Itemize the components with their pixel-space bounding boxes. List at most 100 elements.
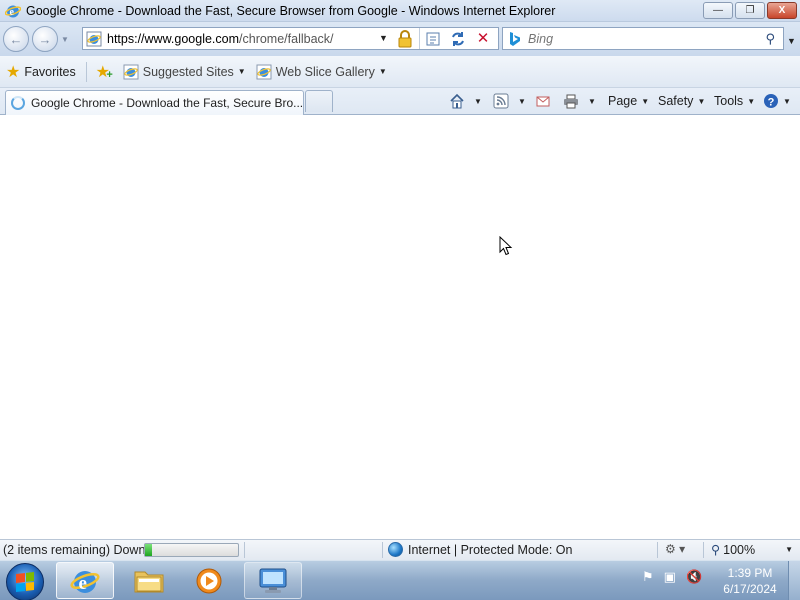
tab-row: Google Chrome - Download the Fast, Secur… (0, 88, 800, 115)
security-zone[interactable]: Internet | Protected Mode: On (388, 542, 572, 557)
web-slice-gallery-link[interactable]: Web Slice Gallery ▼ (256, 64, 387, 80)
windows-logo-icon (16, 572, 34, 592)
bing-icon (508, 31, 522, 47)
safety-menu[interactable]: Safety ▼ (658, 92, 705, 110)
media-player-icon (196, 568, 222, 593)
stop-icon[interactable]: ✕ (474, 30, 492, 48)
minimize-button[interactable]: — (703, 2, 733, 19)
print-button[interactable]: ▼ (563, 92, 596, 110)
forward-arrow-icon: → (38, 31, 52, 47)
zoom-level-button[interactable]: ⚲ 100% ▼ (711, 542, 794, 558)
security-zone-label: Internet | Protected Mode: On (408, 542, 573, 557)
refresh-icon[interactable] (449, 30, 467, 48)
action-center-flag-icon[interactable]: ⚑ (642, 569, 654, 585)
title-bar: e Google Chrome - Download the Fast, Sec… (0, 0, 800, 22)
search-options-dropdown[interactable]: ▼ (787, 36, 796, 46)
network-icon[interactable]: ▣ (664, 569, 676, 585)
tools-menu-label: Tools (714, 94, 744, 108)
clock-time: 1:39 PM (727, 566, 773, 580)
chevron-down-icon: ▼ (747, 96, 756, 106)
url-host: https://www.google.com (107, 31, 240, 46)
system-tray: ⚑ ▣ 🔇 (642, 569, 702, 585)
maximize-button[interactable]: ❐ (735, 2, 765, 19)
remote-desktop-icon (259, 568, 287, 593)
chevron-down-icon: ▼ (378, 67, 387, 76)
status-bar: (2 items remaining) Down Internet | Prot… (0, 539, 800, 560)
taskbar-clock[interactable]: 1:39 PM 6/17/2024 (712, 565, 788, 597)
read-mail-button[interactable] (535, 92, 551, 110)
compatibility-view-icon[interactable] (425, 31, 441, 47)
favorites-label: Favorites (24, 64, 76, 79)
chevron-down-icon: ▼ (783, 96, 791, 106)
folder-icon (134, 571, 164, 592)
suggested-sites-label: Suggested Sites (142, 64, 234, 79)
internet-explorer-icon: e (70, 570, 100, 594)
loading-spinner-icon (11, 96, 25, 110)
address-dropdown-icon[interactable]: ▼ (379, 33, 388, 43)
navigation-bar: ← → ▼ https://www.google.com/chrome/fall… (0, 22, 800, 56)
new-tab-button[interactable] (305, 90, 333, 112)
favorites-separator (85, 61, 87, 82)
tab-google-chrome[interactable]: Google Chrome - Download the Fast, Secur… (5, 90, 304, 115)
back-button[interactable]: ← (3, 26, 29, 52)
taskbar-remote-desktop[interactable] (244, 562, 302, 599)
suggested-sites-link[interactable]: Suggested Sites ▼ (123, 64, 246, 80)
safety-menu-label: Safety (658, 94, 694, 108)
show-desktop-button[interactable] (788, 561, 800, 600)
svg-text:?: ? (768, 96, 775, 108)
back-arrow-icon: ← (9, 31, 23, 47)
feeds-button[interactable]: ▼ (493, 92, 526, 110)
url-path: /chrome/fallback/ (239, 31, 334, 46)
download-progress-bar (144, 543, 239, 557)
favorites-bar: ★ Favorites ★ + Suggested Sites ▼ Web Sli… (0, 56, 800, 88)
window-controls: — ❐ X (701, 2, 797, 19)
home-button[interactable]: ▼ (449, 92, 482, 110)
popup-blocker-icon[interactable]: ⚙ ▾ (665, 542, 685, 556)
page-menu-label: Page (608, 94, 638, 108)
rss-feed-icon (493, 93, 509, 109)
chevron-down-icon: ▼ (588, 96, 596, 106)
help-button[interactable]: ? ▼ (763, 92, 791, 110)
ie-page-icon (256, 64, 272, 80)
security-lock-icon[interactable] (397, 30, 413, 48)
zoom-magnifier-icon: ⚲ (711, 543, 721, 557)
svg-text:e: e (10, 7, 15, 18)
start-button[interactable] (6, 563, 44, 600)
chevron-down-icon: ▼ (237, 67, 246, 76)
search-input[interactable] (528, 31, 748, 46)
window-title: Google Chrome - Download the Fast, Secur… (26, 3, 556, 18)
status-separator (382, 542, 383, 558)
favorites-button[interactable]: ★ Favorites (6, 61, 76, 83)
status-text: (2 items remaining) Down (3, 543, 146, 557)
page-menu[interactable]: Page ▼ (608, 92, 649, 110)
taskbar-media-player[interactable] (180, 562, 238, 599)
recent-pages-dropdown[interactable]: ▼ (61, 35, 73, 44)
search-icon[interactable]: ⚲ (765, 31, 775, 47)
close-button[interactable]: X (767, 2, 797, 19)
address-url: https://www.google.com/chrome/fallback/ (107, 32, 334, 46)
mouse-cursor-icon (499, 236, 513, 256)
taskbar-windows-explorer[interactable] (120, 562, 178, 599)
volume-muted-icon[interactable]: 🔇 (686, 569, 702, 585)
svg-text:e: e (79, 573, 87, 594)
progress-fill (145, 544, 153, 556)
minimize-icon: — (713, 5, 723, 16)
close-icon: X (778, 5, 786, 16)
add-to-favorites-bar-button[interactable]: ★ + (93, 63, 113, 81)
zoom-level-label: 100% (723, 542, 756, 557)
web-slice-gallery-label: Web Slice Gallery (275, 64, 375, 79)
chevron-down-icon: ▼ (785, 545, 794, 554)
internet-globe-icon (388, 542, 403, 557)
tools-menu[interactable]: Tools ▼ (714, 92, 755, 110)
forward-button[interactable]: → (32, 26, 58, 52)
home-icon (449, 93, 465, 109)
taskbar-internet-explorer[interactable]: e (56, 562, 114, 599)
search-box[interactable]: ⚲ (502, 27, 784, 50)
printer-icon (563, 93, 579, 109)
ie-page-icon (123, 64, 139, 80)
address-bar[interactable]: https://www.google.com/chrome/fallback/ … (82, 27, 499, 50)
plus-icon: + (106, 68, 113, 81)
chevron-down-icon: ▼ (518, 96, 526, 106)
chevron-down-icon: ▼ (474, 96, 482, 106)
page-content[interactable] (0, 116, 800, 539)
